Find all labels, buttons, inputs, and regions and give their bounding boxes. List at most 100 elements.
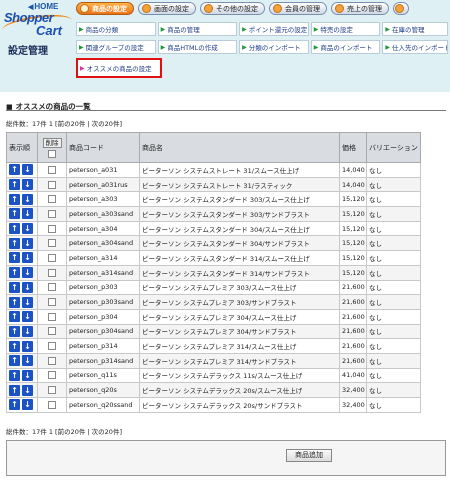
subnav-stock-management[interactable]: ▶ 在庫の管理 — [382, 22, 449, 36]
arrow-up-icon[interactable]: ↑ — [9, 193, 20, 205]
delete-checkbox[interactable] — [48, 312, 56, 321]
pager-top[interactable]: 総件数：17件 1 [前の20件 | 次の20件] — [6, 118, 122, 128]
delete-cell — [37, 235, 67, 252]
arrow-down-icon[interactable]: ↓ — [22, 193, 33, 205]
table-row: ↑ ↓ peterson_a031 ピーターソン システムストレート 31/スムース仕… — [6, 162, 421, 178]
delete-checkbox[interactable] — [48, 209, 56, 218]
triangle-right-icon: ▶ — [313, 43, 319, 51]
arrow-down-icon[interactable]: ↓ — [22, 355, 33, 367]
subnav-label: 商品の分類 — [85, 26, 119, 34]
tab-member-management[interactable]: 会員の管理 — [269, 2, 327, 15]
delete-checkbox[interactable] — [48, 224, 56, 233]
tab-product-settings[interactable]: 商品の設定 — [76, 2, 134, 15]
arrow-down-icon[interactable]: ↓ — [22, 179, 33, 191]
arrow-down-icon[interactable]: ↓ — [22, 340, 33, 352]
top-navigation: 商品の設定 画面の設定 その他の設定 会員の管理 売上の管理 — [76, 2, 409, 16]
select-all-checkbox[interactable] — [48, 149, 56, 158]
product-code: peterson_p314 — [66, 338, 140, 354]
table-row: ↑ ↓ peterson_a031rus ピーターソン システムストレート 31/ラス… — [6, 176, 421, 193]
triangle-right-icon: ▶ — [160, 43, 166, 51]
arrow-down-icon[interactable]: ↓ — [22, 325, 33, 337]
delete-cell — [37, 264, 67, 281]
add-product-button[interactable]: 商品追加 — [286, 449, 332, 462]
arrow-down-icon[interactable]: ↓ — [22, 164, 33, 176]
order-cell: ↑ ↓ — [6, 279, 38, 296]
product-name: ピーターソン システムスタンダード 314/スムース仕上げ — [139, 250, 340, 266]
subnav-point-settings[interactable]: ▶ ポイント還元の設定 — [239, 22, 309, 36]
delete-button[interactable]: 削除 — [42, 137, 62, 148]
subnav-product-management[interactable]: ▶ 商品の管理 — [157, 22, 238, 36]
tab-other-settings[interactable]: その他の設定 — [200, 2, 265, 15]
delete-checkbox[interactable] — [48, 180, 56, 189]
product-code: peterson_a304 — [66, 220, 140, 237]
arrow-down-icon[interactable]: ↓ — [22, 252, 33, 264]
arrow-up-icon[interactable]: ↑ — [9, 223, 20, 235]
tab-icon — [273, 4, 282, 13]
arrow-down-icon[interactable]: ↓ — [22, 369, 33, 381]
pager-bottom[interactable]: 総件数：17件 1 [前の20件 | 次の20件] — [6, 426, 122, 436]
subnav-product-categories[interactable]: ▶ 商品の分類 — [76, 22, 156, 36]
arrow-down-icon[interactable]: ↓ — [22, 399, 33, 411]
arrow-up-icon[interactable]: ↑ — [9, 252, 20, 264]
subnav-label: 特売の設定 — [320, 26, 353, 34]
arrow-down-icon[interactable]: ↓ — [22, 311, 33, 323]
delete-checkbox[interactable] — [48, 195, 56, 204]
arrow-up-icon[interactable]: ↑ — [9, 399, 20, 411]
arrow-up-icon[interactable]: ↑ — [9, 296, 20, 308]
delete-checkbox[interactable] — [48, 400, 56, 409]
arrow-up-icon[interactable]: ↑ — [9, 267, 20, 279]
arrow-up-icon[interactable]: ↑ — [9, 281, 20, 293]
product-variation: なし — [366, 338, 421, 354]
arrow-up-icon[interactable]: ↑ — [9, 369, 20, 381]
arrow-down-icon[interactable]: ↓ — [22, 223, 33, 235]
arrow-down-icon[interactable]: ↓ — [22, 296, 33, 308]
delete-checkbox[interactable] — [48, 239, 56, 248]
delete-checkbox[interactable] — [48, 371, 56, 380]
tab-label: その他の設定 — [216, 4, 258, 13]
order-cell: ↑ ↓ — [6, 264, 38, 281]
product-price: 15,120 — [339, 206, 367, 222]
subnav-related-groups[interactable]: ▶ 関連グループの設定 — [76, 40, 156, 54]
delete-checkbox[interactable] — [48, 165, 56, 174]
subnav-label: 仕入先のインポート — [392, 44, 449, 52]
subnav-category-import[interactable]: ▶ 分類のインポート — [239, 40, 309, 54]
arrow-up-icon[interactable]: ↑ — [9, 179, 20, 191]
arrow-down-icon[interactable]: ↓ — [22, 281, 33, 293]
arrow-up-icon[interactable]: ↑ — [9, 164, 20, 176]
delete-checkbox[interactable] — [48, 253, 56, 262]
subnav-product-import[interactable]: ▶ 商品のインポート — [310, 40, 381, 54]
product-name: ピーターソン システムデラックス 20s/スムース仕上げ — [139, 382, 340, 398]
arrow-up-icon[interactable]: ↑ — [9, 384, 20, 396]
delete-checkbox[interactable] — [48, 327, 56, 336]
arrow-down-icon[interactable]: ↓ — [22, 267, 33, 279]
arrow-up-icon[interactable]: ↑ — [9, 208, 20, 220]
arrow-down-icon[interactable]: ↓ — [22, 237, 33, 249]
delete-checkbox[interactable] — [48, 268, 56, 277]
recommended-products-table: 表示順 削除 商品コード 商品名 価格 バリエーション ↑ ↓ peterson_a… — [6, 132, 421, 413]
subnav-recommended-products[interactable]: ▶ オススメの商品の設定 — [76, 58, 162, 78]
subnav-supplier-import[interactable]: ▶ 仕入先のインポート — [382, 40, 449, 54]
arrow-up-icon[interactable]: ↑ — [9, 237, 20, 249]
product-variation: なし — [366, 308, 421, 325]
subnav-sale-settings[interactable]: ▶ 特売の設定 — [310, 22, 381, 36]
arrow-up-icon[interactable]: ↑ — [9, 311, 20, 323]
product-code: peterson_a304sand — [66, 235, 140, 252]
triangle-right-icon: ▶ — [385, 25, 390, 33]
delete-cell — [37, 176, 67, 193]
delete-checkbox[interactable] — [48, 298, 56, 307]
delete-checkbox[interactable] — [48, 283, 56, 292]
tab-sales-management[interactable]: 売上の管理 — [331, 2, 389, 15]
delete-checkbox[interactable] — [48, 356, 56, 365]
shopper-cart-logo[interactable]: HOME Shopper Cart 設定管理 — [1, 2, 74, 64]
arrow-down-icon[interactable]: ↓ — [22, 208, 33, 220]
order-cell: ↑ ↓ — [6, 191, 38, 208]
arrow-up-icon[interactable]: ↑ — [9, 340, 20, 352]
subnav-product-html[interactable]: ▶ 商品HTMLの作成 — [157, 40, 238, 54]
delete-checkbox[interactable] — [48, 342, 56, 351]
tab-screen-settings[interactable]: 画面の設定 — [138, 2, 196, 15]
arrow-up-icon[interactable]: ↑ — [9, 325, 20, 337]
tab-overflow[interactable] — [393, 2, 409, 15]
delete-checkbox[interactable] — [48, 386, 56, 395]
arrow-up-icon[interactable]: ↑ — [9, 355, 20, 367]
arrow-down-icon[interactable]: ↓ — [22, 384, 33, 396]
